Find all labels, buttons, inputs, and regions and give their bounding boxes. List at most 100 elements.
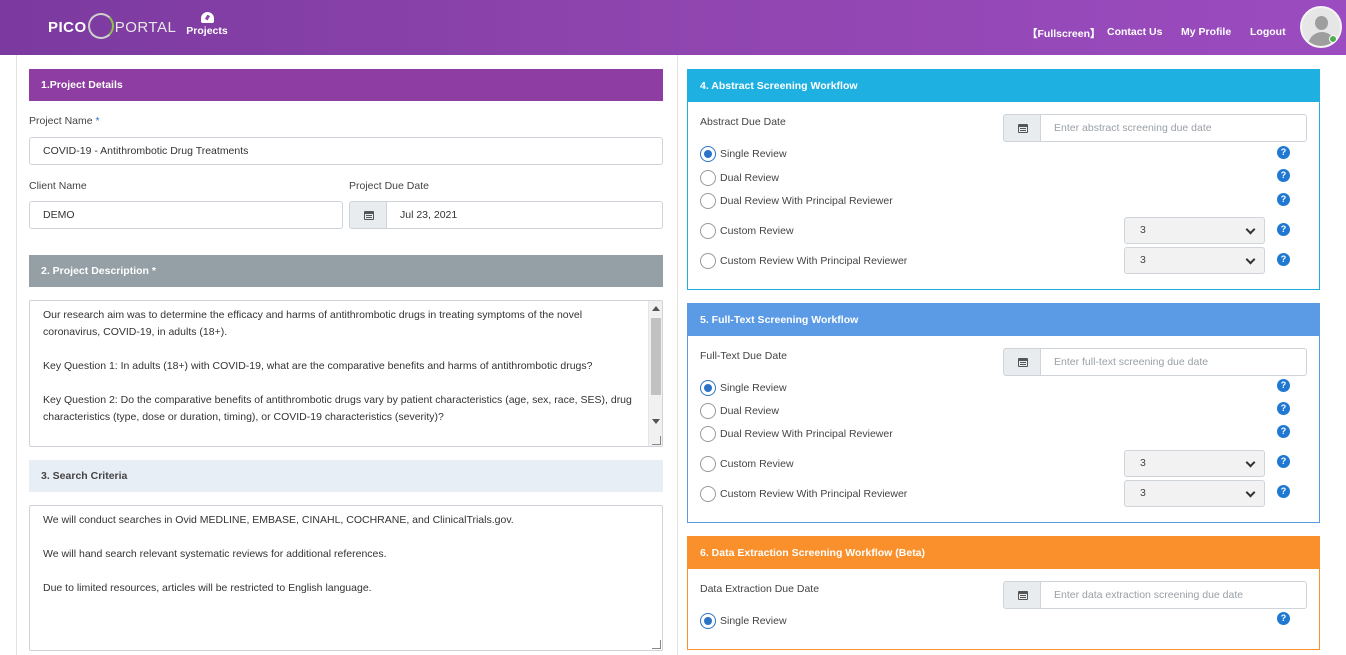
- abstract-due-date-calendar-button[interactable]: [1003, 114, 1041, 142]
- required-mark: *: [95, 115, 100, 127]
- online-status-indicator: [1329, 35, 1337, 43]
- extraction-due-date-label: Data Extraction Due Date: [700, 583, 820, 595]
- question-circle-icon[interactable]: ?: [1277, 379, 1290, 392]
- question-circle-icon[interactable]: ?: [1277, 485, 1290, 498]
- calendar-icon: [364, 211, 374, 220]
- nav-contact-us[interactable]: Contact Us: [1107, 26, 1162, 38]
- fulltext-due-date-calendar-button[interactable]: [1003, 348, 1041, 376]
- extraction-option-label: Single Review: [720, 615, 787, 627]
- abstract-option-label: Custom Review With Principal Reviewer: [720, 255, 908, 267]
- search-paragraph: We will hand search relevant systematic …: [43, 548, 387, 560]
- calendar-icon: [1018, 124, 1028, 133]
- question-circle-icon[interactable]: ?: [1277, 146, 1290, 159]
- fulltext-custom-principal-select[interactable]: 3: [1124, 480, 1265, 507]
- question-circle-icon[interactable]: ?: [1277, 223, 1290, 236]
- abstract-screening-header: 4. Abstract Screening Workflow: [688, 70, 1319, 102]
- fulltext-custom-review-select[interactable]: 3: [1124, 450, 1265, 477]
- nav-logout[interactable]: Logout: [1250, 26, 1286, 38]
- project-due-date-calendar-button[interactable]: [349, 201, 387, 229]
- fulltext-custom-principal-radio[interactable]: [700, 486, 716, 502]
- logo-text-portal: PORTAL: [114, 18, 177, 36]
- search-paragraph: Due to limited resources, articles will …: [43, 582, 372, 594]
- question-circle-icon[interactable]: ?: [1277, 425, 1290, 438]
- select-value: 3: [1140, 457, 1146, 469]
- select-value: 3: [1140, 254, 1146, 266]
- extraction-due-date-input[interactable]: Enter data extraction screening due date: [1041, 581, 1307, 609]
- question-circle-icon[interactable]: ?: [1277, 169, 1290, 182]
- question-circle-icon[interactable]: ?: [1277, 612, 1290, 625]
- fulltext-option-label: Custom Review With Principal Reviewer: [720, 488, 908, 500]
- data-extraction-header: 6. Data Extraction Screening Workflow (B…: [688, 537, 1319, 569]
- select-value: 3: [1140, 487, 1146, 499]
- project-description-textarea[interactable]: Our research aim was to determine the ef…: [29, 300, 663, 447]
- abstract-due-date-label: Abstract Due Date: [700, 116, 786, 128]
- chevron-down-icon: [1245, 457, 1256, 468]
- fulltext-single-review-radio[interactable]: [700, 380, 716, 396]
- question-circle-icon[interactable]: ?: [1277, 193, 1290, 206]
- client-name-input[interactable]: DEMO: [29, 201, 343, 229]
- pico-portal-logo[interactable]: PICO PORTAL: [48, 13, 176, 41]
- abstract-dual-review-radio[interactable]: [700, 170, 716, 186]
- chevron-down-icon: [1245, 487, 1256, 498]
- extraction-due-date-calendar-button[interactable]: [1003, 581, 1041, 609]
- abstract-custom-principal-select[interactable]: 3: [1124, 247, 1265, 274]
- fulltext-due-date-label: Full-Text Due Date: [700, 350, 787, 362]
- client-name-label: Client Name: [29, 180, 87, 192]
- search-criteria-textarea[interactable]: We will conduct searches in Ovid MEDLINE…: [29, 505, 663, 651]
- fulltext-due-date-input[interactable]: Enter full-text screening due date: [1041, 348, 1307, 376]
- resize-handle-icon[interactable]: [652, 436, 661, 445]
- calendar-icon: [1018, 591, 1028, 600]
- section-project-description-header: 2. Project Description *: [29, 255, 663, 287]
- description-paragraph: Our research aim was to determine the ef…: [43, 309, 583, 338]
- fulltext-option-label: Single Review: [720, 382, 787, 394]
- project-name-label: Project Name *: [29, 115, 100, 127]
- nav-my-profile[interactable]: My Profile: [1181, 26, 1231, 38]
- description-scrollbar[interactable]: [648, 301, 662, 446]
- fulltext-option-label: Dual Review With Principal Reviewer: [720, 428, 893, 440]
- dashboard-icon: [200, 12, 214, 23]
- project-name-input[interactable]: COVID-19 - Antithrombotic Drug Treatment…: [29, 137, 663, 165]
- nav-fullscreen[interactable]: 【Fullscreen】: [1027, 26, 1101, 41]
- abstract-option-label: Dual Review With Principal Reviewer: [720, 195, 893, 207]
- resize-handle-icon[interactable]: [652, 640, 661, 649]
- top-navbar: PICO PORTAL Projects 【Fullscreen】 Contac…: [0, 0, 1346, 55]
- abstract-custom-review-select[interactable]: 3: [1124, 217, 1265, 244]
- section-project-details-header: 1.Project Details: [29, 69, 663, 101]
- select-value: 3: [1140, 224, 1146, 236]
- abstract-single-review-radio[interactable]: [700, 146, 716, 162]
- calendar-icon: [1018, 358, 1028, 367]
- abstract-custom-principal-radio[interactable]: [700, 253, 716, 269]
- nav-projects-label: Projects: [186, 25, 228, 37]
- description-paragraph: Key Question 1: In adults (18+) with COV…: [43, 360, 593, 372]
- abstract-custom-review-radio[interactable]: [700, 223, 716, 239]
- extraction-single-review-radio[interactable]: [700, 613, 716, 629]
- nav-projects[interactable]: Projects: [186, 12, 228, 37]
- avatar-head: [1315, 16, 1328, 30]
- section-search-criteria-header: 3. Search Criteria: [29, 460, 663, 492]
- scroll-up-arrow-icon[interactable]: [652, 306, 660, 311]
- fulltext-custom-review-radio[interactable]: [700, 456, 716, 472]
- scrollbar-thumb[interactable]: [651, 318, 661, 395]
- description-paragraph: Key Question 2: Do the comparative benef…: [43, 394, 632, 423]
- chevron-down-icon: [1245, 224, 1256, 235]
- abstract-due-date-input[interactable]: Enter abstract screening due date: [1041, 114, 1307, 142]
- fulltext-dual-principal-radio[interactable]: [700, 426, 716, 442]
- question-circle-icon[interactable]: ?: [1277, 402, 1290, 415]
- fulltext-option-label: Custom Review: [720, 458, 794, 470]
- question-circle-icon[interactable]: ?: [1277, 253, 1290, 266]
- fulltext-option-label: Dual Review: [720, 405, 779, 417]
- logo-text-pico: PICO: [48, 18, 87, 36]
- project-name-label-text: Project Name: [29, 115, 93, 127]
- chevron-down-icon: [1245, 254, 1256, 265]
- fulltext-dual-review-radio[interactable]: [700, 403, 716, 419]
- abstract-dual-principal-radio[interactable]: [700, 193, 716, 209]
- abstract-option-label: Single Review: [720, 148, 787, 160]
- project-due-date-label: Project Due Date: [349, 180, 429, 192]
- logo-ring-icon: [87, 13, 114, 39]
- question-circle-icon[interactable]: ?: [1277, 455, 1290, 468]
- abstract-option-label: Dual Review: [720, 172, 779, 184]
- scroll-down-arrow-icon[interactable]: [652, 419, 660, 424]
- project-due-date-input[interactable]: Jul 23, 2021: [387, 201, 663, 229]
- fulltext-screening-header: 5. Full-Text Screening Workflow: [688, 304, 1319, 336]
- search-paragraph: We will conduct searches in Ovid MEDLINE…: [43, 514, 514, 526]
